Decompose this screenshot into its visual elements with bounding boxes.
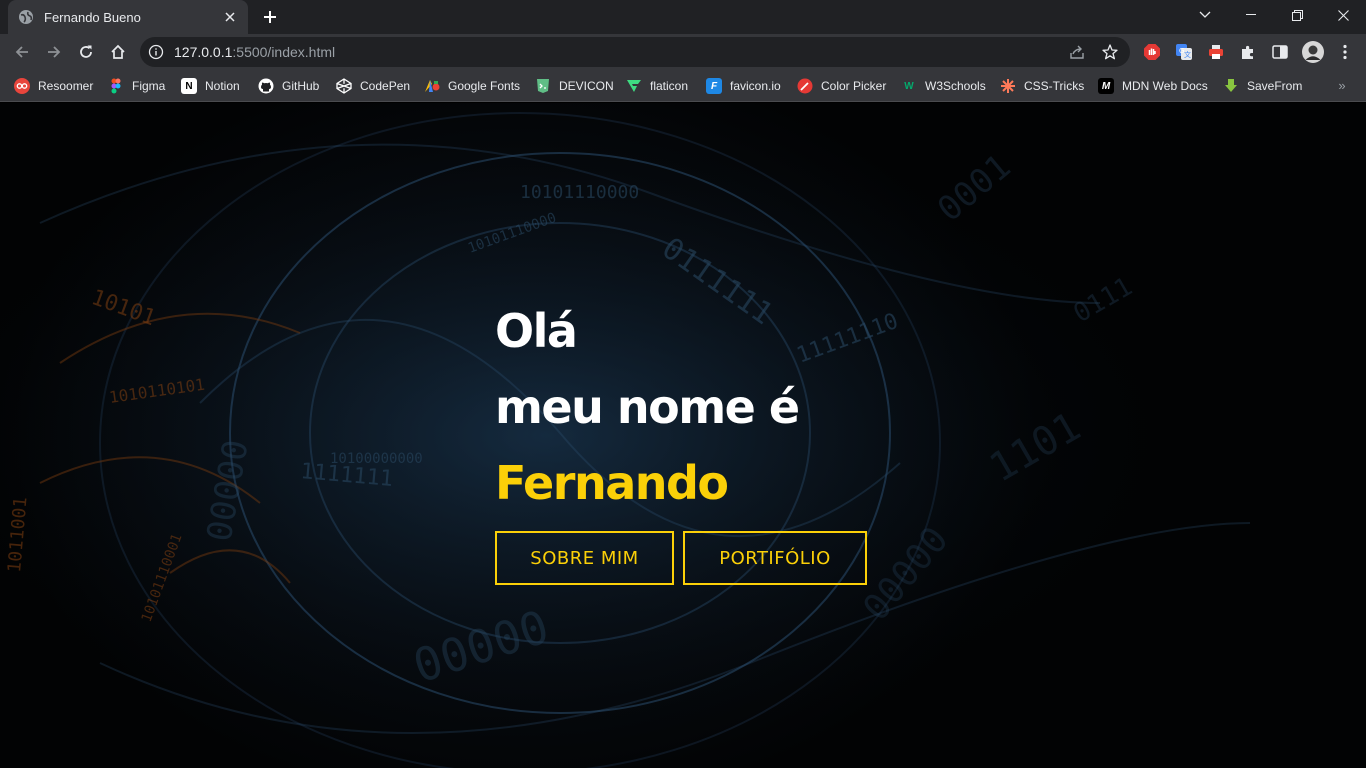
bookmark-devicon[interactable]: DEVICON: [535, 76, 614, 96]
restore-icon[interactable]: [1274, 0, 1320, 30]
avatar[interactable]: [1302, 41, 1324, 63]
printer-extension-icon[interactable]: [1207, 43, 1225, 61]
notion-icon: N: [181, 78, 197, 94]
bookmark-flaticon[interactable]: flaticon: [626, 76, 688, 96]
bookmark-label: DEVICON: [559, 79, 614, 93]
savefrom-icon: [1223, 78, 1239, 94]
reload-icon[interactable]: [72, 38, 100, 66]
figma-icon: [108, 78, 124, 94]
bookmark-label: MDN Web Docs: [1122, 79, 1208, 93]
bookmark-label: flaticon: [650, 79, 689, 93]
bookmark-label: Color Picker: [821, 79, 887, 93]
bookmark-css-tricks[interactable]: CSS-Tricks: [1000, 76, 1084, 96]
tab-title: Fernando Bueno: [44, 9, 141, 25]
browser-toolbar: 127.0.0.1:5500/index.html G文: [0, 34, 1366, 70]
side-panel-icon[interactable]: [1271, 43, 1289, 61]
tab-search-icon[interactable]: [1182, 0, 1228, 30]
bookmark-star-icon[interactable]: [1101, 43, 1119, 61]
browser-tab[interactable]: Fernando Bueno: [8, 0, 248, 34]
share-icon[interactable]: [1068, 43, 1086, 61]
google-translate-icon[interactable]: G文: [1175, 43, 1193, 61]
menu-kebab-icon[interactable]: [1336, 43, 1354, 61]
minimize-icon[interactable]: [1228, 0, 1274, 30]
bookmark-savefrom[interactable]: SaveFrom: [1223, 76, 1302, 96]
extensions-puzzle-icon[interactable]: [1239, 43, 1257, 61]
bookmark-github[interactable]: GitHub: [258, 76, 319, 96]
bookmark-label: CSS-Tricks: [1024, 79, 1085, 93]
bookmarks-bar: Resoomer Figma N Notion GitHub CodePen G…: [0, 70, 1366, 102]
bookmark-label: CodePen: [360, 79, 411, 93]
forward-icon[interactable]: [40, 38, 68, 66]
bookmark-label: SaveFrom: [1247, 79, 1303, 93]
new-tab-icon[interactable]: [258, 5, 282, 29]
address-bar[interactable]: 127.0.0.1:5500/index.html: [140, 37, 1130, 67]
home-icon[interactable]: [104, 38, 132, 66]
bookmark-label: GitHub: [282, 79, 320, 93]
site-info-icon[interactable]: [148, 44, 164, 60]
bookmark-codepen[interactable]: CodePen: [336, 76, 410, 96]
page-viewport: 10101110000 0111111 0001 00000 00000 110…: [0, 103, 1366, 768]
bookmark-label: Notion: [205, 79, 240, 93]
w3schools-icon: W: [904, 80, 914, 92]
bookmark-label: Figma: [132, 79, 166, 93]
codepen-icon: [336, 78, 352, 94]
color-picker-icon: [797, 78, 813, 94]
hero-buttons: SOBRE MIM PORTIFÓLIO: [495, 531, 867, 585]
url-text: 127.0.0.1:5500/index.html: [174, 44, 335, 60]
hero-heading: Olá meu nome é Fernando: [495, 293, 800, 521]
svg-text:文: 文: [1184, 50, 1191, 59]
greeting-line: Olá: [495, 304, 578, 358]
tab-strip: Fernando Bueno: [0, 0, 1366, 34]
url-path: :5500/index.html: [232, 44, 336, 60]
bookmark-w3schools[interactable]: W W3Schools: [901, 76, 986, 96]
chevron-more-icon[interactable]: »: [1334, 78, 1350, 94]
mdn-icon: M: [1098, 78, 1114, 94]
intro-line: meu nome é: [495, 380, 800, 434]
adblock-extension-icon[interactable]: [1143, 43, 1161, 61]
bookmark-color-picker[interactable]: Color Picker: [797, 76, 886, 96]
portfolio-button[interactable]: PORTIFÓLIO: [683, 531, 867, 585]
bookmark-resoomer[interactable]: Resoomer: [14, 76, 93, 96]
google-fonts-icon: [424, 78, 440, 94]
bookmark-label: W3Schools: [925, 79, 986, 93]
globe-icon: [18, 9, 34, 25]
github-icon: [258, 78, 274, 94]
about-me-button[interactable]: SOBRE MIM: [495, 531, 674, 585]
favicon-io-icon: F: [706, 78, 722, 94]
flaticon-icon: [626, 78, 642, 94]
tab-close-icon[interactable]: [222, 9, 238, 25]
url-host: 127.0.0.1: [174, 44, 233, 60]
bookmark-label: Resoomer: [38, 79, 94, 93]
bookmark-google-fonts[interactable]: Google Fonts: [424, 76, 520, 96]
bookmark-mdn[interactable]: M MDN Web Docs: [1098, 76, 1208, 96]
back-icon[interactable]: [8, 38, 36, 66]
bookmark-notion[interactable]: N Notion: [181, 76, 240, 96]
css-tricks-icon: [1000, 78, 1016, 94]
resoomer-icon: [14, 78, 30, 94]
hero-name: Fernando: [495, 456, 729, 510]
close-window-icon[interactable]: [1320, 0, 1366, 30]
bookmark-figma[interactable]: Figma: [108, 76, 165, 96]
devicon-icon: [535, 78, 551, 94]
bookmark-favicon-io[interactable]: F favicon.io: [706, 76, 781, 96]
svg-text:10101110000: 10101110000: [520, 182, 639, 203]
bookmark-label: favicon.io: [730, 79, 781, 93]
bookmark-label: Google Fonts: [448, 79, 521, 93]
